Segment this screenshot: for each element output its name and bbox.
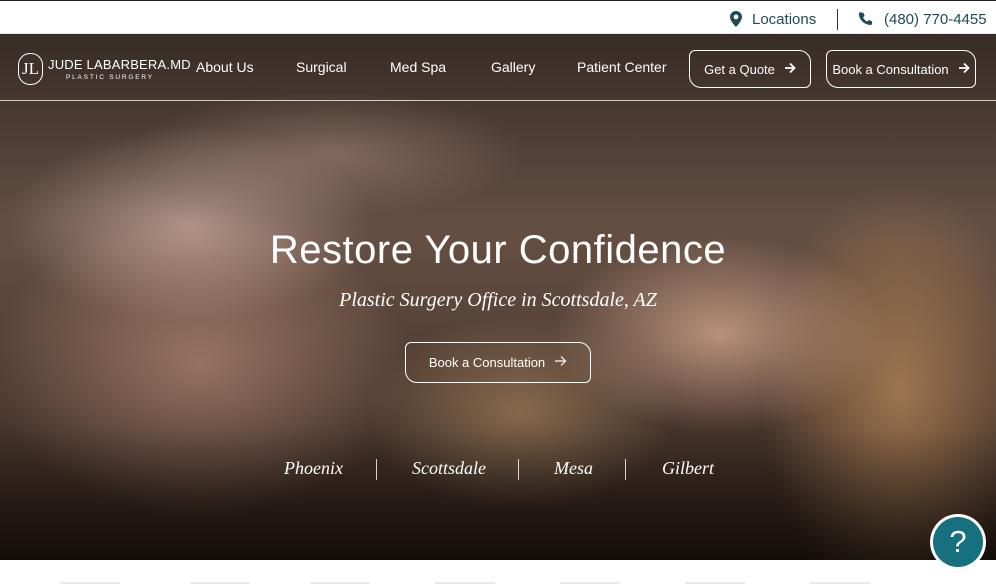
nav-gallery[interactable]: Gallery xyxy=(491,59,535,75)
brand-logo[interactable]: JL JUDE LABARBERA.MD PLASTIC SURGERY xyxy=(18,53,191,87)
locations-label: Locations xyxy=(752,10,817,28)
nav-book-consultation-label: Book a Consultation xyxy=(832,61,949,77)
city-link-phoenix[interactable]: Phoenix xyxy=(284,458,343,479)
phone-icon xyxy=(858,11,873,27)
nav-med-spa[interactable]: Med Spa xyxy=(390,59,446,75)
section-divider xyxy=(560,582,620,584)
city-divider xyxy=(376,459,377,480)
section-divider xyxy=(685,582,745,584)
nav-about-us[interactable]: About Us xyxy=(196,59,254,75)
section-divider xyxy=(810,582,870,584)
section-divider xyxy=(190,582,250,584)
city-link-gilbert[interactable]: Gilbert xyxy=(662,458,714,479)
help-chat-button[interactable]: ? xyxy=(930,514,986,570)
phone-number: (480) 770-4455 xyxy=(884,10,987,28)
section-divider xyxy=(310,582,370,584)
hero-headline: Restore Your Confidence xyxy=(269,228,727,272)
arrow-right-icon xyxy=(784,62,796,77)
section-divider xyxy=(60,582,120,584)
hero-subheadline: Plastic Surgery Office in Scottsdale, AZ xyxy=(339,289,657,311)
logo-name: JUDE LABARBERA.MD xyxy=(48,57,191,72)
utility-bar: Locations (480) 770-4455 xyxy=(0,0,996,34)
hero-book-consultation-button[interactable]: Book a Consultation xyxy=(405,342,591,383)
topbar-divider xyxy=(837,9,838,30)
city-divider xyxy=(625,459,626,480)
get-quote-button[interactable]: Get a Quote xyxy=(689,50,811,88)
next-section-strip xyxy=(0,560,996,587)
nav-surgical[interactable]: Surgical xyxy=(296,59,347,75)
city-link-mesa[interactable]: Mesa xyxy=(554,458,593,479)
nav-patient-center[interactable]: Patient Center xyxy=(577,59,667,75)
locations-link[interactable]: Locations xyxy=(730,10,816,28)
section-divider xyxy=(435,582,495,584)
arrow-right-icon xyxy=(958,62,970,77)
phone-link[interactable]: (480) 770-4455 xyxy=(858,10,987,28)
logo-monogram: JL xyxy=(18,53,43,85)
nav-book-consultation-button[interactable]: Book a Consultation xyxy=(826,50,976,88)
city-divider xyxy=(518,459,519,480)
map-pin-icon xyxy=(730,11,742,27)
arrow-right-icon xyxy=(554,355,567,370)
hero-cta-label: Book a Consultation xyxy=(428,355,546,370)
main-nav: JL JUDE LABARBERA.MD PLASTIC SURGERY Abo… xyxy=(0,34,996,101)
logo-tagline: PLASTIC SURGERY xyxy=(66,74,154,81)
get-quote-label: Get a Quote xyxy=(704,61,775,77)
question-icon: ? xyxy=(933,517,983,567)
city-link-scottsdale[interactable]: Scottsdale xyxy=(412,458,486,479)
